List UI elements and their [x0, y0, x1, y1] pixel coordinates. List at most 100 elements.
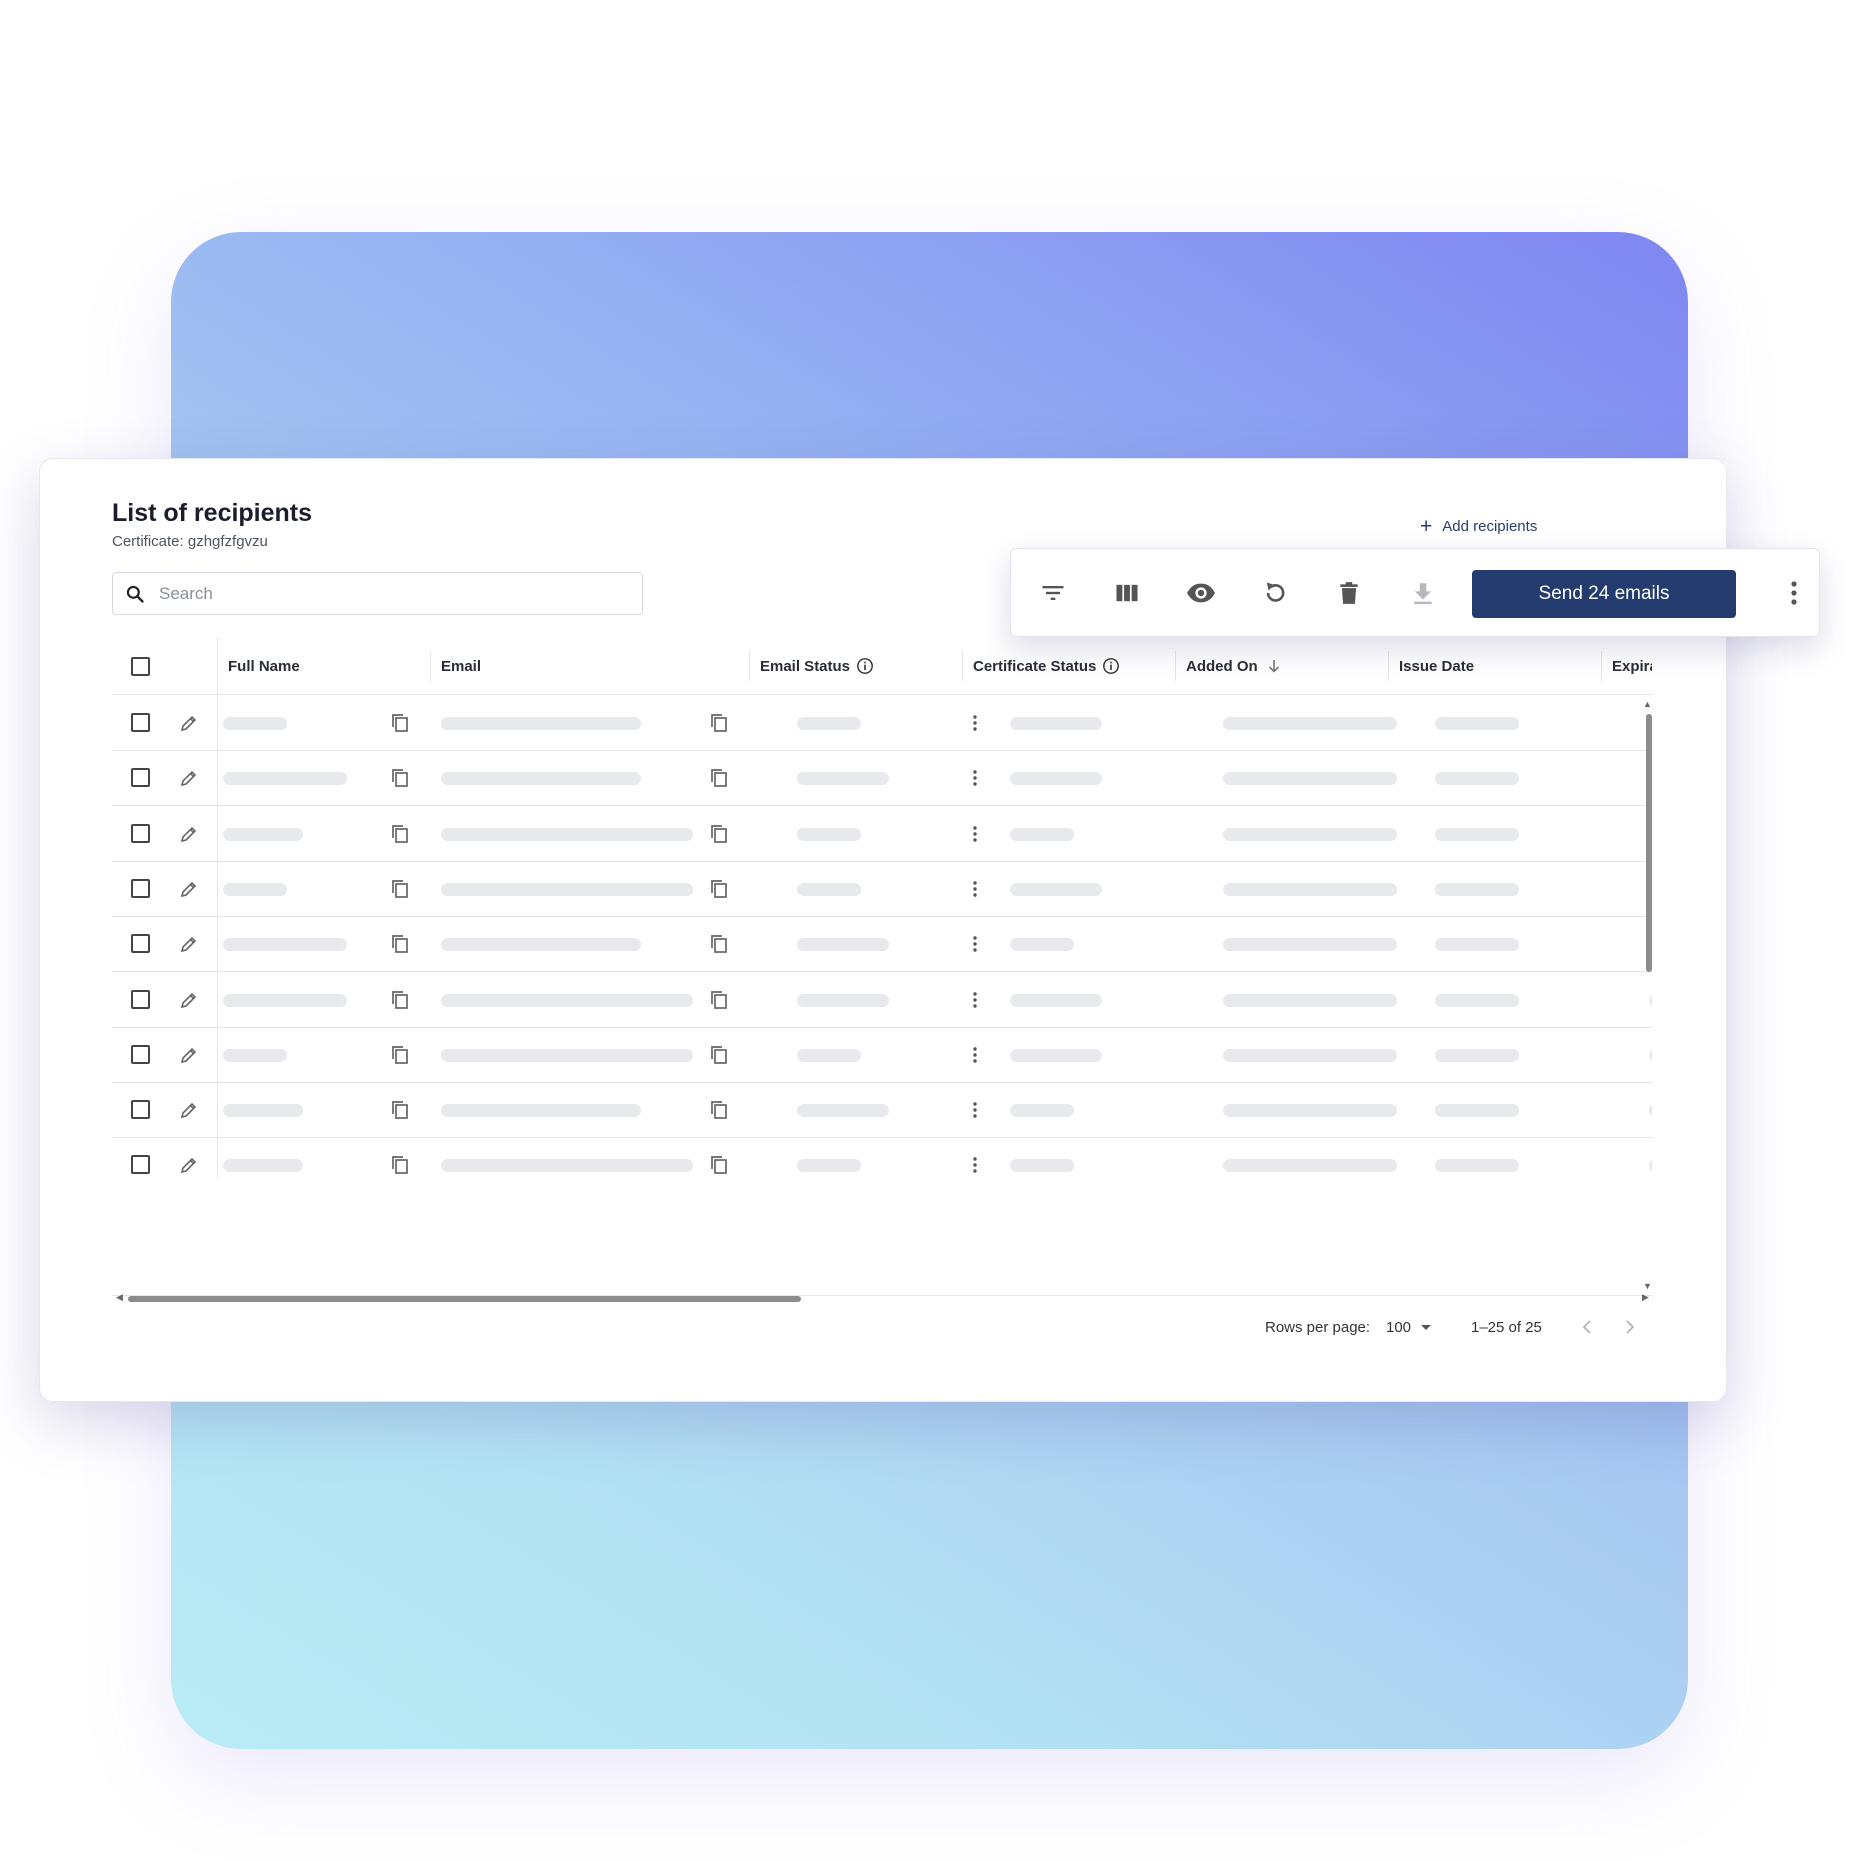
skeleton-certificate-status: [1010, 772, 1102, 786]
scroll-left-arrow-icon[interactable]: ◀: [116, 1292, 123, 1303]
copy-icon[interactable]: [709, 767, 729, 789]
more-vertical-icon[interactable]: [972, 1046, 978, 1064]
copy-icon[interactable]: [390, 712, 410, 734]
table-row[interactable]: [112, 751, 1652, 807]
more-vertical-icon[interactable]: [972, 825, 978, 843]
table-row[interactable]: [112, 807, 1652, 862]
skeleton-added-on: [1223, 772, 1397, 786]
copy-icon[interactable]: [709, 933, 729, 955]
delete-button[interactable]: [1331, 575, 1367, 611]
refresh-button[interactable]: [1257, 575, 1293, 611]
column-header-email[interactable]: Email: [441, 637, 481, 695]
copy-icon[interactable]: [390, 1154, 410, 1176]
vertical-scrollbar-thumb[interactable]: [1646, 714, 1652, 972]
pencil-icon[interactable]: [179, 879, 199, 899]
pencil-icon[interactable]: [179, 824, 199, 844]
row-checkbox[interactable]: [131, 878, 150, 898]
copy-icon[interactable]: [390, 823, 410, 845]
column-header-email-status[interactable]: Email Status: [760, 637, 874, 695]
copy-icon[interactable]: [709, 1044, 729, 1066]
pencil-icon[interactable]: [179, 934, 199, 954]
row-checkbox[interactable]: [131, 1044, 150, 1064]
table-row[interactable]: [112, 862, 1652, 917]
copy-icon[interactable]: [390, 878, 410, 900]
table-row[interactable]: [112, 1083, 1652, 1139]
add-recipients-button[interactable]: + Add recipients: [1420, 513, 1537, 539]
column-separator[interactable]: [1601, 651, 1602, 681]
row-checkbox[interactable]: [131, 934, 150, 954]
table-row[interactable]: [112, 917, 1652, 973]
copy-icon[interactable]: [390, 933, 410, 955]
pencil-icon[interactable]: [179, 1045, 199, 1065]
send-emails-button[interactable]: Send 24 emails: [1472, 570, 1736, 618]
column-header-issue-date[interactable]: Issue Date: [1399, 637, 1474, 695]
pencil-icon[interactable]: [179, 1155, 199, 1175]
more-vertical-icon[interactable]: [972, 935, 978, 953]
columns-icon: [1116, 584, 1138, 602]
column-separator[interactable]: [1175, 651, 1176, 681]
table-row[interactable]: [112, 973, 1652, 1028]
more-vertical-icon[interactable]: [972, 769, 978, 787]
more-actions-button[interactable]: [1776, 575, 1812, 611]
download-button[interactable]: [1405, 575, 1441, 611]
column-separator[interactable]: [430, 651, 431, 681]
next-page-button[interactable]: [1623, 1312, 1637, 1342]
info-icon[interactable]: [856, 657, 874, 675]
skeleton-issue-date: [1435, 1048, 1519, 1062]
rows-per-page-select[interactable]: 100: [1386, 1312, 1433, 1342]
select-all-checkbox[interactable]: [131, 657, 150, 676]
copy-icon[interactable]: [709, 823, 729, 845]
copy-icon[interactable]: [709, 878, 729, 900]
horizontal-scrollbar-thumb[interactable]: [128, 1296, 801, 1302]
skeleton-email: [441, 827, 693, 841]
column-separator[interactable]: [962, 651, 963, 681]
copy-icon[interactable]: [709, 1099, 729, 1121]
info-icon[interactable]: [1102, 657, 1120, 675]
filter-button[interactable]: [1035, 575, 1071, 611]
row-checkbox[interactable]: [131, 1100, 150, 1120]
pencil-icon[interactable]: [179, 713, 199, 733]
skeleton-issue-date: [1435, 827, 1519, 841]
previous-page-button[interactable]: [1581, 1312, 1595, 1342]
scroll-up-arrow-icon[interactable]: ▲: [1643, 699, 1652, 709]
more-vertical-icon[interactable]: [972, 1156, 978, 1174]
column-header-certificate-status[interactable]: Certificate Status: [973, 637, 1120, 695]
search-input[interactable]: [159, 583, 599, 604]
search-box[interactable]: [112, 572, 643, 615]
copy-icon[interactable]: [709, 1154, 729, 1176]
row-checkbox[interactable]: [131, 989, 150, 1009]
copy-icon[interactable]: [709, 712, 729, 734]
copy-icon[interactable]: [390, 1099, 410, 1121]
pencil-icon[interactable]: [179, 990, 199, 1010]
column-header-added-on[interactable]: Added On: [1186, 637, 1282, 695]
copy-icon[interactable]: [390, 989, 410, 1011]
sort-arrow-down-icon[interactable]: [1266, 658, 1282, 674]
scroll-right-arrow-icon[interactable]: ▶: [1642, 1292, 1649, 1303]
row-checkbox[interactable]: [131, 768, 150, 788]
scroll-down-arrow-icon[interactable]: ▼: [1643, 1281, 1652, 1291]
table-row[interactable]: [112, 1138, 1652, 1177]
row-checkbox[interactable]: [131, 713, 150, 732]
more-vertical-icon[interactable]: [972, 991, 978, 1009]
column-header-full-name[interactable]: Full Name: [228, 637, 300, 695]
pencil-icon[interactable]: [179, 1100, 199, 1120]
view-button[interactable]: [1183, 575, 1219, 611]
table-row[interactable]: [112, 1028, 1652, 1083]
row-checkbox[interactable]: [131, 1155, 150, 1175]
table-row[interactable]: [112, 696, 1652, 751]
more-vertical-icon[interactable]: [972, 1101, 978, 1119]
columns-button[interactable]: [1109, 575, 1145, 611]
copy-icon[interactable]: [390, 1044, 410, 1066]
skeleton-certificate-status: [1010, 827, 1074, 841]
copy-icon[interactable]: [709, 989, 729, 1011]
skeleton-email-status: [797, 1104, 889, 1118]
skeleton-full-name: [223, 882, 287, 896]
more-vertical-icon[interactable]: [972, 714, 978, 732]
column-separator[interactable]: [1388, 651, 1389, 681]
copy-icon[interactable]: [390, 767, 410, 789]
more-vertical-icon[interactable]: [972, 880, 978, 898]
column-header-expiration[interactable]: Expira: [1612, 637, 1652, 695]
column-separator[interactable]: [749, 651, 750, 681]
pencil-icon[interactable]: [179, 768, 199, 788]
row-checkbox[interactable]: [131, 823, 150, 843]
